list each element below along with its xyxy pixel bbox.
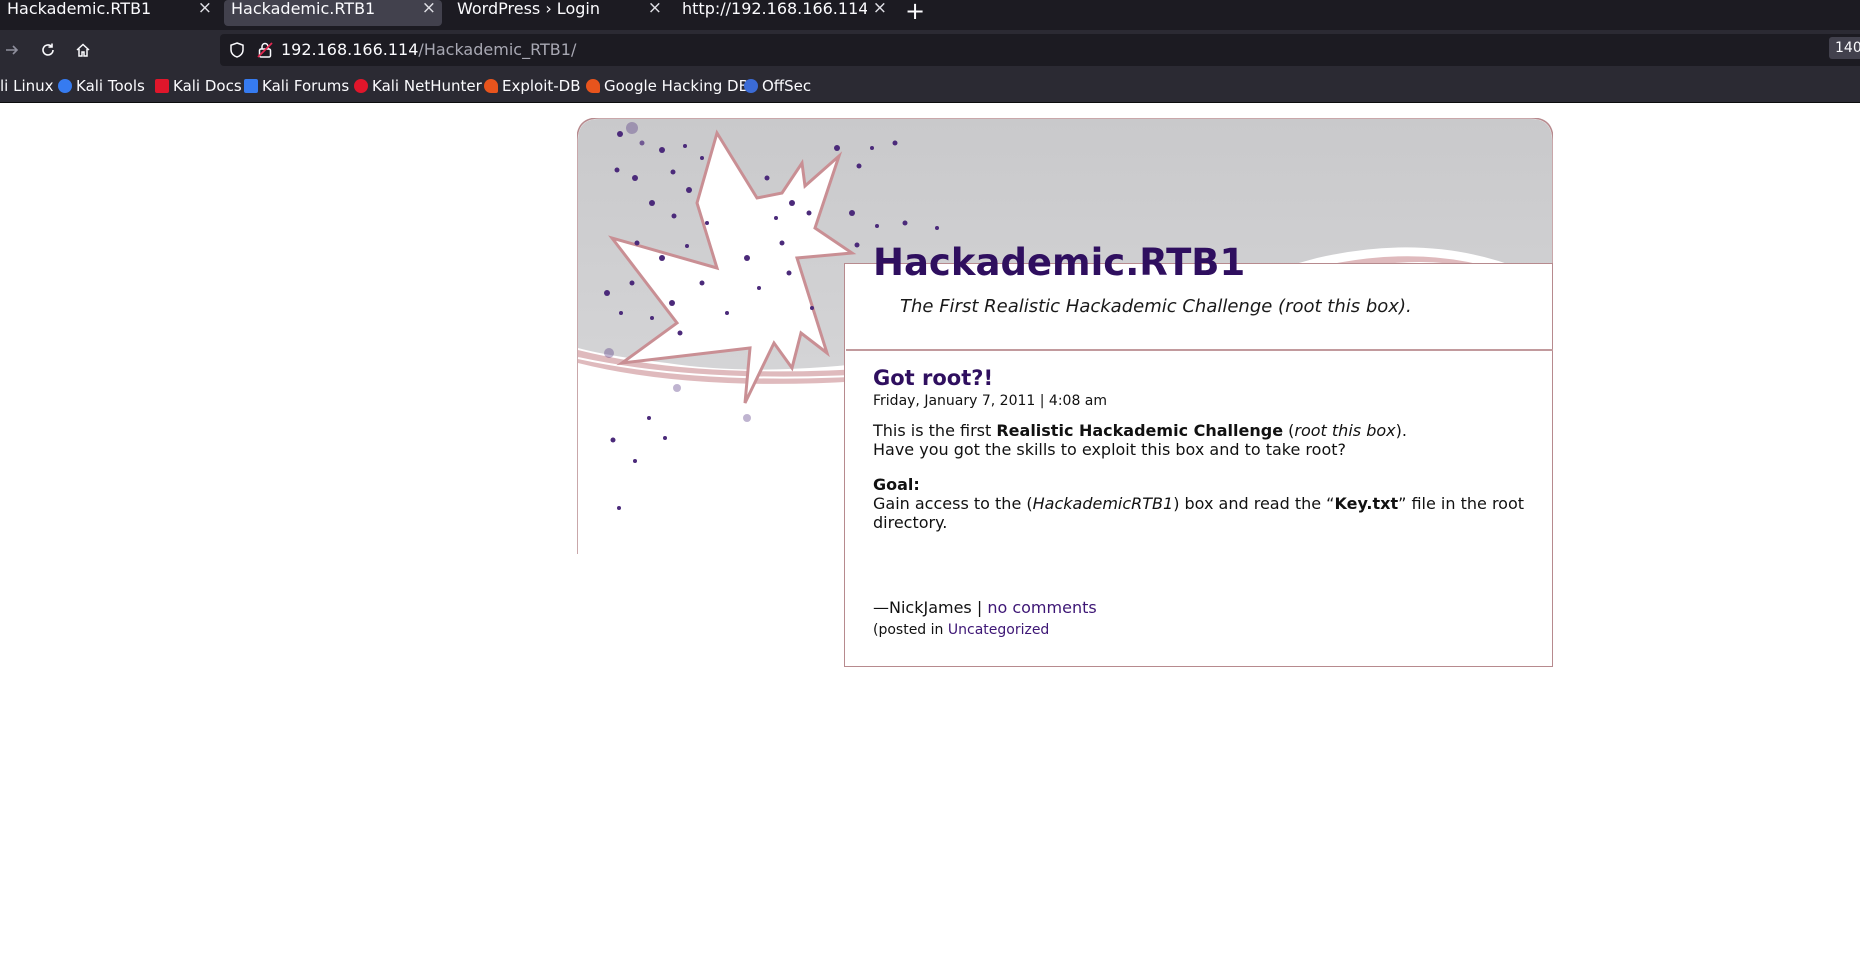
- bookmark-kali-docs[interactable]: Kali Docs: [155, 76, 242, 96]
- address-bar[interactable]: 192.168.166.114/Hackademic_RTB1/: [220, 34, 1860, 66]
- bookmark-label: Google Hacking DB: [604, 77, 749, 95]
- kali-docs-icon: [155, 79, 169, 93]
- arrow-right-icon: [6, 45, 19, 55]
- new-tab-button[interactable]: +: [905, 0, 925, 25]
- post-footer: —NickJames | no comments: [873, 598, 1097, 617]
- intro-italic: root this box: [1294, 421, 1396, 440]
- kali-icon: [58, 79, 72, 93]
- bookmark-google-hacking-db[interactable]: Google Hacking DB: [586, 76, 749, 96]
- close-icon[interactable]: ×: [648, 0, 662, 17]
- post-body: This is the first Realistic Hackademic C…: [873, 421, 1533, 548]
- bookmark-label: Kali Forums: [262, 77, 350, 95]
- post-author: —NickJames |: [873, 598, 988, 617]
- bookmark-kali-forums[interactable]: Kali Forums: [244, 76, 349, 96]
- blog-title[interactable]: Hackademic.RTB1: [873, 241, 1245, 284]
- close-icon[interactable]: ×: [873, 0, 887, 17]
- bookmark-exploit-db[interactable]: Exploit-DB: [484, 76, 581, 96]
- tab-url[interactable]: http://192.168.166.114/Hacka ×: [675, 0, 893, 26]
- goal-text: ) box and read the “: [1173, 494, 1335, 513]
- insecure-lock-icon[interactable]: [256, 41, 274, 59]
- post-paragraph-intro: This is the first Realistic Hackademic C…: [873, 421, 1533, 459]
- shield-icon[interactable]: [228, 41, 246, 59]
- bookmark-label: Kali NetHunter: [372, 77, 482, 95]
- intro-text: (: [1283, 421, 1295, 440]
- goal-italic: HackademicRTB1: [1032, 494, 1174, 513]
- post-title-link[interactable]: Got root?!: [873, 366, 993, 390]
- post-category: (posted in Uncategorized: [873, 622, 1049, 638]
- category-link[interactable]: Uncategorized: [948, 622, 1049, 638]
- web-page: Hackademic.RTB1 The First Realistic Hack…: [0, 103, 1860, 966]
- posted-in-label: (posted in: [873, 622, 948, 638]
- navigation-toolbar: 192.168.166.114/Hackademic_RTB1/ 140%: [0, 30, 1860, 70]
- exploitdb-icon: [484, 79, 498, 93]
- bookmark-label: Exploit-DB: [502, 77, 581, 95]
- title-divider: [846, 349, 1553, 351]
- bookmark-kali-linux[interactable]: li Linux: [0, 76, 54, 96]
- intro-bold: Realistic Hackademic Challenge: [996, 421, 1284, 440]
- home-icon: [76, 43, 90, 57]
- bookmark-label: Kali Tools: [76, 77, 145, 95]
- reload-button[interactable]: [36, 38, 60, 62]
- tab-wordpress-login[interactable]: WordPress › Login ×: [450, 0, 668, 26]
- bookmark-label: li Linux: [0, 77, 54, 95]
- zoom-level-button[interactable]: 140%: [1829, 37, 1860, 59]
- bookmarks-toolbar: li Linux Kali Tools Kali Docs Kali Forum…: [0, 70, 1860, 103]
- close-icon[interactable]: ×: [198, 0, 212, 17]
- goal-text: Gain access to the (: [873, 494, 1033, 513]
- post-paragraph-goal: Goal: Gain access to the (HackademicRTB1…: [873, 475, 1533, 532]
- url-host: 192.168.166.114: [281, 40, 419, 59]
- tab-label: Hackademic.RTB1: [231, 0, 376, 18]
- url-text[interactable]: 192.168.166.114/Hackademic_RTB1/: [281, 40, 576, 59]
- comments-link[interactable]: no comments: [987, 598, 1096, 617]
- nethunter-icon: [354, 79, 368, 93]
- tab-label: http://192.168.166.114/Hacka: [682, 0, 867, 18]
- intro-text: This is the first: [873, 421, 997, 440]
- tab-strip: Hackademic.RTB1 × Hackademic.RTB1 × Word…: [0, 0, 1860, 30]
- offsec-icon: [744, 79, 758, 93]
- bookmark-offsec[interactable]: OffSec: [744, 76, 811, 96]
- kali-forums-icon: [244, 79, 258, 93]
- bookmark-kali-tools[interactable]: Kali Tools: [58, 76, 145, 96]
- bookmark-kali-nethunter[interactable]: Kali NetHunter: [354, 76, 482, 96]
- forward-button[interactable]: [0, 38, 24, 62]
- home-button[interactable]: [71, 38, 95, 62]
- close-icon[interactable]: ×: [422, 0, 436, 17]
- bookmark-label: Kali Docs: [173, 77, 242, 95]
- tab-hackademic-1[interactable]: Hackademic.RTB1 ×: [0, 0, 218, 26]
- goal-label: Goal:: [873, 475, 920, 494]
- tab-label: Hackademic.RTB1: [7, 0, 152, 18]
- tab-hackademic-2[interactable]: Hackademic.RTB1 ×: [224, 0, 442, 26]
- url-path: /Hackademic_RTB1/: [418, 40, 577, 59]
- reload-icon: [42, 43, 54, 56]
- goal-bold: Key.txt: [1334, 494, 1399, 513]
- post-date: Friday, January 7, 2011 | 4:08 am: [873, 393, 1108, 409]
- blog-description: The First Realistic Hackademic Challenge…: [900, 296, 1412, 317]
- bookmark-label: OffSec: [762, 77, 812, 95]
- intro-text: ).: [1395, 421, 1407, 440]
- ghdb-icon: [586, 79, 600, 93]
- tab-label: WordPress › Login: [457, 0, 600, 18]
- intro-question: Have you got the skills to exploit this …: [873, 440, 1346, 459]
